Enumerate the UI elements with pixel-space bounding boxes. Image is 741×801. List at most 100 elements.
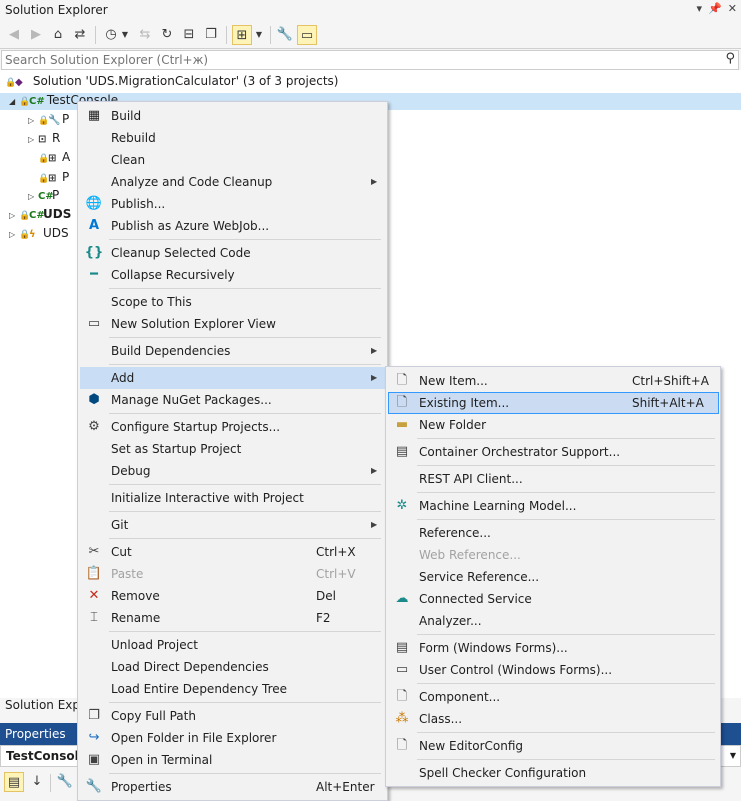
menu-item-configure-startup[interactable]: ⚙ Configure Startup Projects...: [80, 416, 385, 438]
chevron-down-icon[interactable]: ▼: [254, 25, 264, 43]
menu-item-load-tree[interactable]: Load Entire Dependency Tree: [80, 678, 385, 700]
menu-separator: [109, 631, 381, 632]
menu-item-publish-azure[interactable]: A Publish as Azure WebJob...: [80, 215, 385, 237]
menu-item-analyzer[interactable]: Analyzer...: [388, 610, 719, 632]
refresh-icon[interactable]: ↻: [158, 25, 176, 43]
alphabetical-icon[interactable]: ↓: [28, 772, 46, 790]
container-icon: ▤: [395, 444, 409, 459]
search-input[interactable]: [5, 52, 705, 68]
menu-label: User Control (Windows Forms)...: [419, 663, 613, 677]
menu-item-cleanup-code[interactable]: {} Cleanup Selected Code: [80, 242, 385, 264]
tree-item[interactable]: ▷ C#P: [28, 186, 59, 204]
categorized-icon[interactable]: ▤: [4, 772, 24, 792]
menu-item-remove[interactable]: ✕ Remove Del: [80, 585, 385, 607]
menu-item-container[interactable]: ▤ Container Orchestrator Support...: [388, 441, 719, 463]
menu-item-rest-api[interactable]: REST API Client...: [388, 468, 719, 490]
menu-item-publish[interactable]: 🌐 Publish...: [80, 193, 385, 215]
menu-item-existing-item[interactable]: 🗋 Existing Item... Shift+Alt+A: [388, 392, 719, 414]
add-submenu: 🗋 New Item... Ctrl+Shift+A 🗋 Existing Item.…: [385, 366, 721, 787]
tree-item[interactable]: 🔒⊞ P: [38, 168, 69, 186]
switch-views-icon[interactable]: ⇄: [71, 25, 89, 43]
menu-item-new-folder[interactable]: ▬ New Folder: [388, 414, 719, 436]
menu-item-spell-checker[interactable]: Spell Checker Configuration: [388, 762, 719, 784]
menu-item-collapse[interactable]: ━ Collapse Recursively: [80, 264, 385, 286]
menu-item-user-control[interactable]: ▭ User Control (Windows Forms)...: [388, 659, 719, 681]
menu-item-git[interactable]: Git ▶: [80, 514, 385, 536]
menu-separator: [417, 759, 715, 760]
show-all-files-icon[interactable]: ⊞: [232, 25, 252, 45]
menu-item-analyze[interactable]: Analyze and Code Cleanup ▶: [80, 171, 385, 193]
menu-item-form[interactable]: ▤ Form (Windows Forms)...: [388, 637, 719, 659]
collapsed-arrow-icon[interactable]: ▷: [28, 112, 38, 130]
new-folder-icon: ▬: [395, 417, 409, 432]
menu-item-build[interactable]: ▦ Build: [80, 105, 385, 127]
back-icon[interactable]: ◀: [5, 25, 23, 43]
menu-item-add[interactable]: Add ▶: [80, 367, 385, 389]
window-dropdown-icon[interactable]: ▾: [697, 2, 703, 15]
project-node[interactable]: ▷ 🔒C#UDS: [9, 205, 71, 223]
menu-shortcut: Ctrl+X: [316, 545, 356, 559]
menu-item-build-deps[interactable]: Build Dependencies ▶: [80, 340, 385, 362]
close-icon[interactable]: ✕: [728, 2, 737, 15]
tree-item[interactable]: ▷ ⊡ R: [28, 129, 60, 147]
menu-item-component[interactable]: 🗋 Component...: [388, 686, 719, 708]
menu-label: Container Orchestrator Support...: [419, 445, 621, 459]
properties-wrench-icon[interactable]: 🔧: [276, 25, 294, 43]
menu-separator: [109, 364, 381, 365]
submenu-arrow-icon: ▶: [371, 346, 378, 355]
lock-icon: 🔒: [38, 116, 50, 126]
solution-label: Solution 'UDS.MigrationCalculator' (3 of…: [32, 74, 339, 88]
property-pages-icon[interactable]: 🔧: [56, 772, 74, 790]
menu-item-debug[interactable]: Debug ▶: [80, 460, 385, 482]
pin-icon[interactable]: 📌: [708, 2, 722, 15]
menu-label: Unload Project: [111, 638, 198, 652]
menu-item-nuget[interactable]: ⬢ Manage NuGet Packages...: [80, 389, 385, 411]
menu-item-copy-path[interactable]: ❐ Copy Full Path: [80, 705, 385, 727]
collapsed-arrow-icon[interactable]: ▷: [28, 131, 38, 149]
search-box[interactable]: ⚲: [1, 50, 739, 70]
lock-icon: 🔒: [19, 97, 31, 107]
menu-item-load-direct[interactable]: Load Direct Dependencies: [80, 656, 385, 678]
copy-icon[interactable]: ❐: [202, 25, 220, 43]
tree-item[interactable]: 🔒⊞ A: [38, 148, 70, 166]
preview-selected-icon[interactable]: ▭: [297, 25, 317, 45]
home-icon[interactable]: ⌂: [49, 25, 67, 43]
chevron-down-icon[interactable]: ▼: [120, 25, 130, 43]
form-icon: ▤: [395, 640, 409, 655]
paste-icon: 📋: [85, 566, 103, 581]
collapsed-arrow-icon[interactable]: ▷: [9, 226, 19, 244]
menu-item-init-interactive[interactable]: Initialize Interactive with Project: [80, 487, 385, 509]
menu-item-set-startup[interactable]: Set as Startup Project: [80, 438, 385, 460]
menu-item-new-item[interactable]: 🗋 New Item... Ctrl+Shift+A: [388, 370, 719, 392]
menu-item-cut[interactable]: ✂ Cut Ctrl+X: [80, 541, 385, 563]
menu-item-rename[interactable]: ⌶ Rename F2: [80, 607, 385, 629]
pending-changes-filter-icon[interactable]: ◷: [102, 25, 120, 43]
expanded-arrow-icon[interactable]: ◢: [9, 93, 19, 111]
menu-item-service-reference[interactable]: Service Reference...: [388, 566, 719, 588]
chevron-down-icon[interactable]: ▼: [730, 751, 736, 760]
menu-item-rebuild[interactable]: Rebuild: [80, 127, 385, 149]
collapse-all-icon[interactable]: ⊟: [180, 25, 198, 43]
menu-item-editorconfig[interactable]: 🗋 New EditorConfig: [388, 735, 719, 757]
menu-item-new-view[interactable]: ▭ New Solution Explorer View: [80, 313, 385, 335]
solution-node[interactable]: 🔒◆ Solution 'UDS.MigrationCalculator' (3…: [5, 72, 338, 90]
menu-item-scope[interactable]: Scope to This: [80, 291, 385, 313]
project-node[interactable]: ▷ 🔒ϟ UDS: [9, 224, 69, 242]
menu-label: Form (Windows Forms)...: [419, 641, 568, 655]
sync-icon[interactable]: ⇆: [136, 25, 154, 43]
tree-item[interactable]: ▷ 🔒🔧 P: [28, 110, 69, 128]
forward-icon[interactable]: ▶: [27, 25, 45, 43]
menu-item-connected-service[interactable]: ☁ Connected Service: [388, 588, 719, 610]
menu-label: Publish as Azure WebJob...: [111, 219, 270, 233]
menu-item-clean[interactable]: Clean: [80, 149, 385, 171]
menu-item-open-folder[interactable]: ↪ Open Folder in File Explorer: [80, 727, 385, 749]
menu-item-reference[interactable]: Reference...: [388, 522, 719, 544]
menu-item-terminal[interactable]: ▣ Open in Terminal: [80, 749, 385, 771]
menu-item-properties[interactable]: 🔧 Properties Alt+Enter: [80, 776, 385, 798]
collapsed-arrow-icon[interactable]: ▷: [9, 207, 19, 225]
menu-item-unload[interactable]: Unload Project: [80, 634, 385, 656]
menu-item-class[interactable]: ⁂ Class...: [388, 708, 719, 730]
menu-item-ml-model[interactable]: ✲ Machine Learning Model...: [388, 495, 719, 517]
collapsed-arrow-icon[interactable]: ▷: [28, 188, 38, 206]
search-icon[interactable]: ⚲: [725, 51, 735, 66]
